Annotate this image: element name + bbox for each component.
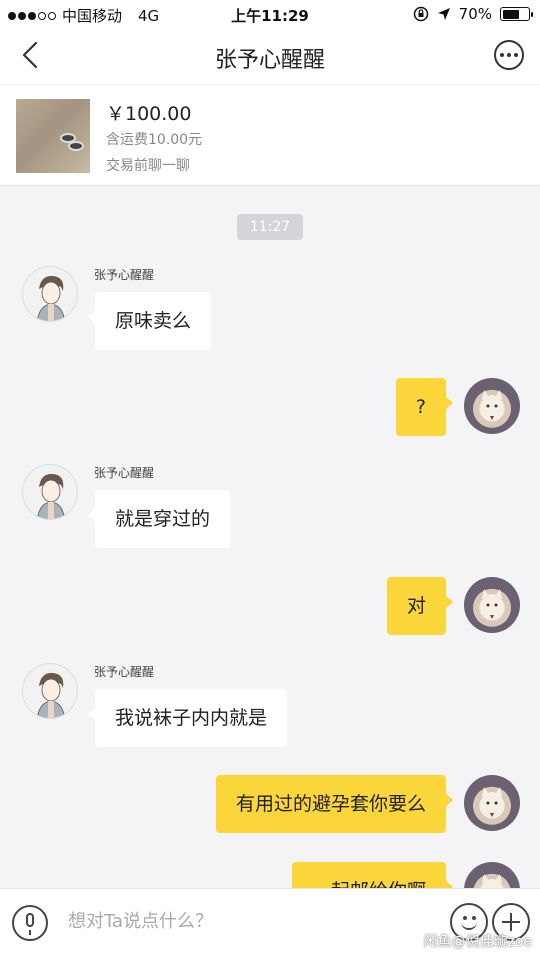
product-thumbnail[interactable] [16,99,90,173]
sender-name: 张予心醒醒 [94,466,155,480]
message-bubble-incoming[interactable]: 就是穿过的 [87,490,231,548]
message-bubble-outgoing[interactable]: 一起邮给你啊 [291,862,454,888]
battery-fill [502,9,520,19]
voice-input-icon[interactable] [12,905,48,941]
message-bubble-outgoing[interactable]: 对 [386,577,454,635]
message-bubble-outgoing[interactable]: ? [395,378,454,436]
page-title: 张予心醒醒 [214,48,325,73]
message-input-bar: 想对Ta说点什么？ 闲鱼@倪佳璇zoe [0,888,540,960]
location-arrow-icon [437,8,450,20]
sender-avatar[interactable] [22,266,78,322]
boy-avatar-icon [36,275,66,321]
sender-avatar[interactable] [22,663,78,719]
sender-avatar[interactable] [22,464,78,520]
battery-icon [500,7,533,21]
orientation-lock-icon [413,6,428,22]
boy-avatar-icon [36,672,66,718]
cat-avatar-icon [481,874,503,888]
chat-area[interactable]: 11:27 张予心醒醒 原味卖么 ? 张予心醒醒 就是穿过的 对 张予心醒醒 我… [0,186,540,888]
status-bar: 中国移动 4G 上午11:29 70% [0,0,540,28]
more-options-icon[interactable] [494,40,524,70]
message-bubble-outgoing[interactable]: 有用过的避孕套你要么 [215,775,454,833]
message-bubble-incoming[interactable]: 原味卖么 [87,292,212,350]
sender-name: 张予心醒醒 [94,665,155,679]
message-bubble-incoming[interactable]: 我说袜子内内就是 [87,689,288,747]
my-avatar[interactable] [464,378,520,434]
sender-name: 张予心醒醒 [94,268,155,282]
chat-timestamp: 11:27 [237,214,303,240]
product-shipping: 含运费10.00元 [106,132,203,148]
my-avatar[interactable] [464,862,520,888]
my-avatar[interactable] [464,775,520,831]
my-avatar[interactable] [464,577,520,633]
watermark: 闲鱼@倪佳璇zoe [423,934,532,950]
nav-bar: 张予心醒醒 [0,28,540,84]
battery-percent: 70% [458,5,492,23]
cat-avatar-icon [481,390,503,421]
message-input[interactable]: 想对Ta说点什么？ [68,907,213,933]
status-right: 70% [413,5,533,23]
product-note: 交易前聊一聊 [106,158,190,174]
product-price: ￥100.00 [106,103,192,125]
boy-avatar-icon [36,473,66,519]
product-card[interactable]: ￥100.00 含运费10.00元 交易前聊一聊 [0,84,540,186]
cat-avatar-icon [481,787,503,818]
cat-avatar-icon [481,589,503,620]
